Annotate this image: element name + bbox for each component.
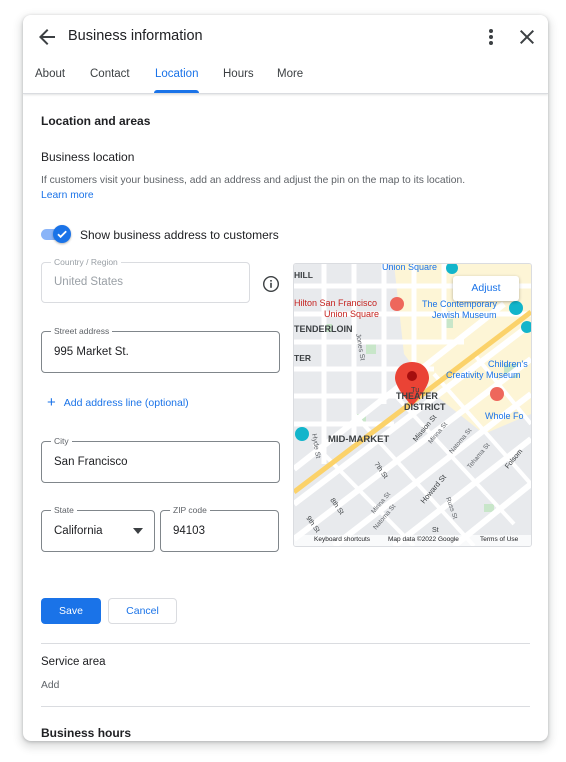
zip-code-value: 94103 [173, 525, 205, 537]
svg-text:Union Square: Union Square [324, 309, 379, 319]
svg-text:Whole Fo: Whole Fo [485, 411, 524, 421]
city-value: San Francisco [54, 456, 128, 468]
svg-text:Hilton San Francisco: Hilton San Francisco [294, 298, 377, 308]
svg-text:TENDERLOIN: TENDERLOIN [294, 324, 353, 334]
svg-text:Jewish Museum: Jewish Museum [432, 310, 497, 320]
learn-more-link[interactable]: Learn more [41, 190, 94, 201]
svg-text:St: St [432, 527, 439, 534]
cancel-button[interactable]: Cancel [108, 598, 177, 624]
dropdown-arrow-icon [133, 528, 143, 534]
business-location-description: If customers visit your business, add an… [41, 173, 511, 203]
location-map[interactable]: Union Square HILL Hilton San Francisco U… [293, 263, 532, 547]
street-address-value: 995 Market St. [54, 346, 129, 358]
map-label-union-square: Union Square [382, 264, 437, 272]
add-address-line-button[interactable]: + Add address line (optional) [47, 393, 189, 411]
save-button[interactable]: Save [41, 598, 101, 624]
tab-contact[interactable]: Contact [90, 68, 130, 80]
country-value: United States [54, 276, 124, 288]
business-location-title: Business location [41, 150, 135, 164]
panel-title: Business information [68, 28, 203, 44]
tab-more[interactable]: More [277, 68, 303, 80]
svg-text:MID-MARKET: MID-MARKET [328, 434, 389, 445]
divider [41, 706, 530, 707]
svg-text:HILL: HILL [294, 270, 313, 280]
adjust-pin-button[interactable]: Adjust [453, 276, 519, 301]
country-label: Country / Region [51, 257, 121, 267]
street-address-label: Street address [51, 326, 113, 336]
panel-header: Business information About Contact Locat… [23, 15, 548, 94]
toggle-label: Show business address to customers [80, 228, 279, 242]
terms-of-use-link[interactable]: Terms of Use [480, 536, 518, 543]
plus-icon: + [47, 394, 56, 411]
svg-text:Children's: Children's [488, 359, 528, 369]
service-area-add[interactable]: Add [41, 680, 59, 691]
back-arrow-icon[interactable] [35, 25, 59, 49]
description-text: If customers visit your business, add an… [41, 175, 466, 186]
service-area-title: Service area [41, 656, 106, 668]
tab-hours[interactable]: Hours [223, 68, 254, 80]
svg-text:Tu: Tu [411, 385, 419, 394]
street-address-field[interactable]: Street address 995 Market St. [41, 326, 280, 373]
zip-code-label: ZIP code [170, 505, 210, 515]
tab-location[interactable]: Location [155, 68, 198, 80]
zip-code-field[interactable]: ZIP code 94103 [160, 505, 279, 552]
map-data-credit: Map data ©2022 Google [388, 536, 459, 543]
toggle-thumb[interactable] [53, 225, 71, 243]
business-info-panel: Business information About Contact Locat… [23, 15, 548, 741]
section-title: Location and areas [41, 114, 151, 128]
country-field: Country / Region United States [41, 257, 250, 303]
tab-about[interactable]: About [35, 68, 65, 80]
svg-text:TER: TER [294, 353, 311, 363]
check-icon [57, 230, 67, 239]
city-label: City [51, 436, 72, 446]
city-field[interactable]: City San Francisco [41, 436, 280, 483]
close-icon[interactable] [515, 25, 539, 49]
svg-text:DISTRICT: DISTRICT [404, 402, 446, 412]
more-vert-icon[interactable] [481, 25, 501, 49]
business-hours-title: Business hours [41, 726, 132, 740]
state-value: California [54, 525, 103, 537]
map-attribution: Keyboard shortcuts Map data ©2022 Google… [294, 535, 531, 546]
info-icon[interactable] [262, 275, 280, 293]
active-tab-indicator [154, 90, 199, 93]
keyboard-shortcuts-link[interactable]: Keyboard shortcuts [314, 536, 370, 543]
state-label: State [51, 505, 77, 515]
state-select[interactable]: State California [41, 505, 155, 552]
map-canvas[interactable]: Union Square HILL Hilton San Francisco U… [294, 264, 531, 546]
add-address-line-label: Add address line (optional) [63, 397, 189, 409]
divider [41, 643, 530, 644]
svg-text:Creativity Museum: Creativity Museum [446, 370, 521, 380]
